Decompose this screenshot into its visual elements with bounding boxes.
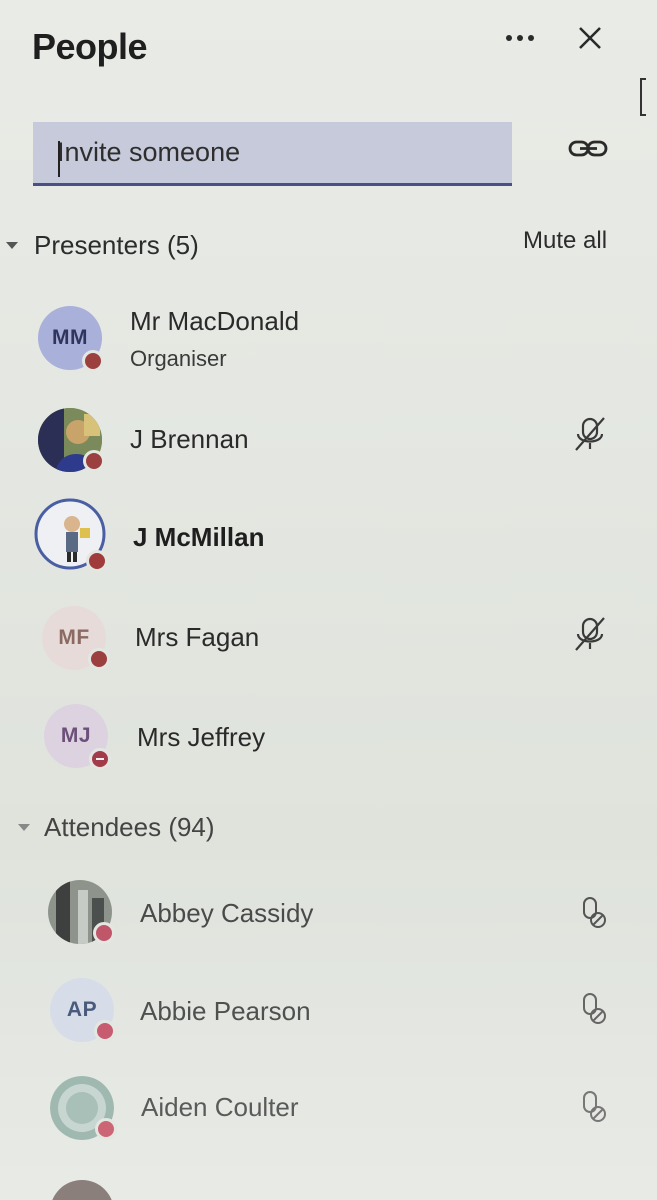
mic-off-icon[interactable]: [578, 990, 614, 1030]
people-panel: People Presenters (5) Mute all MM Mr Mac…: [0, 0, 657, 1200]
copy-link-icon[interactable]: [566, 132, 612, 166]
participant-row[interactable]: Abbey Cassidy: [0, 870, 657, 960]
participant-row[interactable]: J Brennan: [0, 396, 657, 486]
status-busy-icon: [83, 450, 105, 472]
presenters-header[interactable]: Presenters (5): [6, 230, 199, 261]
participant-row[interactable]: [0, 1170, 657, 1200]
panel-header: People: [0, 0, 657, 116]
muted-mic-icon[interactable]: [572, 414, 608, 454]
participant-name: Aiden Coulter: [141, 1092, 299, 1122]
presenters-label: Presenters (5): [34, 230, 199, 260]
participant-row[interactable]: J McMillan: [0, 494, 657, 584]
panel-title: People: [32, 26, 148, 67]
participant-role: Organiser: [130, 346, 227, 371]
participant-row[interactable]: AP Abbie Pearson: [0, 968, 657, 1058]
status-busy-icon: [82, 350, 104, 372]
attendees-label: Attendees (94): [44, 812, 215, 842]
participant-name: Abbie Pearson: [140, 996, 311, 1026]
more-options-button[interactable]: [500, 22, 540, 54]
avatar-photo: [50, 1180, 114, 1200]
participant-name: J Brennan: [130, 424, 249, 454]
mute-all-button[interactable]: Mute all: [523, 227, 607, 255]
participant-row[interactable]: MF Mrs Fagan: [0, 594, 657, 684]
chevron-down-icon: [6, 242, 18, 249]
mic-off-icon[interactable]: [578, 1088, 614, 1128]
participant-name: Mr MacDonald: [130, 306, 300, 336]
participant-name: Abbey Cassidy: [140, 898, 314, 928]
participant-row[interactable]: Aiden Coulter: [0, 1066, 657, 1156]
more-icon: [506, 35, 512, 41]
status-busy-icon: [94, 1020, 116, 1042]
participant-row[interactable]: MM Mr MacDonald Organiser: [0, 296, 657, 386]
status-busy-icon: [86, 550, 108, 572]
participant-name: J McMillan: [133, 522, 265, 552]
text-caret: [58, 141, 60, 177]
status-busy-icon: [95, 1118, 117, 1140]
mic-off-icon[interactable]: [578, 894, 614, 934]
muted-mic-icon[interactable]: [572, 614, 608, 654]
status-busy-icon: [88, 648, 110, 670]
close-icon[interactable]: [572, 20, 608, 56]
participant-row[interactable]: MJ Mrs Jeffrey: [0, 692, 657, 782]
do-not-disturb-icon: [89, 748, 111, 770]
window-edge: [640, 78, 646, 116]
participant-name: Mrs Jeffrey: [137, 722, 266, 752]
invite-field[interactable]: [33, 122, 512, 186]
invite-input[interactable]: [33, 122, 512, 183]
participant-name: Mrs Fagan: [135, 622, 260, 652]
status-busy-icon: [93, 922, 115, 944]
attendees-header[interactable]: Attendees (94): [18, 812, 215, 843]
chevron-down-icon: [18, 824, 30, 831]
